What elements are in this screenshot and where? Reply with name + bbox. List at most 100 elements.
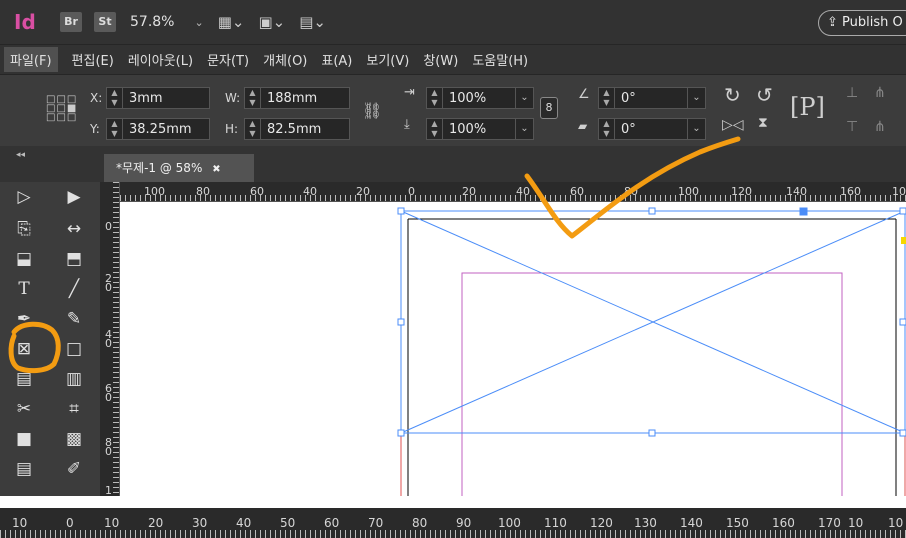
scale-y-stepper[interactable]: ▲ ▼ [427, 119, 443, 139]
scale-x-dropdown-icon[interactable]: ⌄ [515, 88, 533, 108]
eyedropper-tool-icon[interactable]: ✐ [62, 458, 86, 480]
gap-tool-icon[interactable]: ↔ [62, 218, 86, 240]
document-canvas[interactable] [121, 203, 906, 496]
resize-handle[interactable] [397, 429, 405, 437]
ruler-label: 10 [104, 516, 120, 530]
view-options-icon[interactable]: ▦⌄ [218, 13, 245, 31]
shear-dropdown-icon[interactable]: ⌄ [687, 119, 705, 139]
scissors-tool-icon[interactable]: ✂ [12, 398, 36, 420]
ruler-label: 1 [105, 484, 112, 496]
arrange-documents-icon[interactable]: ▤⌄ [299, 13, 326, 31]
align-bottom-icon[interactable]: ⊤ [846, 119, 858, 135]
w-field[interactable]: ▲ ▼ 188mm [244, 87, 350, 109]
ruler-label: 60 [324, 516, 340, 530]
scale-y-field[interactable]: ▲ ▼ 100% ⌄ [426, 118, 534, 140]
content-collector-icon[interactable]: ⬓ [12, 248, 36, 270]
reference-p-icon[interactable]: [P] [790, 93, 825, 121]
menu-help[interactable]: 도움말(H) [472, 50, 528, 69]
vertical-ruler[interactable]: 0 2 0 4 0 6 0 8 0 1 [100, 182, 120, 496]
content-grabber-handle[interactable] [799, 207, 808, 216]
document-tab-strip: ◂◂ *무제-1 @ 58% ✖ [0, 146, 906, 182]
h-stepper[interactable]: ▲ ▼ [245, 119, 261, 139]
resize-handle[interactable] [648, 207, 656, 215]
ruler-label: 80 [196, 185, 210, 198]
rectangle-tool-icon[interactable]: □ [62, 338, 86, 360]
constrain-scale-icon[interactable]: 8 [540, 97, 558, 119]
menu-type[interactable]: 문자(T) [207, 50, 249, 69]
note-tool-icon[interactable]: ▤ [12, 458, 36, 480]
menu-window[interactable]: 창(W) [423, 50, 458, 69]
menu-file[interactable]: 파일(F) [4, 47, 58, 72]
ruler-label: 170 [818, 516, 841, 530]
y-stepper[interactable]: ▲ ▼ [107, 119, 123, 139]
menu-table[interactable]: 표(A) [321, 50, 352, 69]
close-tab-icon[interactable]: ✖ [212, 164, 220, 175]
resize-handle[interactable] [397, 207, 405, 215]
flip-horizontal-icon[interactable]: ▷◁ [722, 117, 744, 133]
shear-field[interactable]: ▲ ▼ 0° ⌄ [598, 118, 706, 140]
document-tab[interactable]: *무제-1 @ 58% ✖ [104, 154, 254, 182]
resize-handle[interactable] [899, 318, 906, 326]
scale-x-icon: ⇥ [404, 85, 415, 100]
scale-y-dropdown-icon[interactable]: ⌄ [515, 119, 533, 139]
bridge-button[interactable]: Br [60, 12, 82, 32]
menu-view[interactable]: 보기(V) [366, 50, 409, 69]
menu-edit[interactable]: 편집(E) [72, 50, 114, 69]
frame-edge-marker [901, 237, 906, 244]
reference-point-icon[interactable]: □□□ □□■ □□□ [46, 95, 76, 123]
gradient-swatch-tool-icon[interactable]: ■ [12, 428, 36, 450]
scale-x-field[interactable]: ▲ ▼ 100% ⌄ [426, 87, 534, 109]
free-transform-tool-icon[interactable]: ⌗ [62, 398, 86, 420]
screen-mode-icon[interactable]: ▣⌄ [258, 13, 285, 31]
ruler-label: 10 [888, 516, 904, 530]
selection-tool-icon[interactable]: ▷ [12, 186, 36, 208]
y-field[interactable]: ▲ ▼ 38.25mm [106, 118, 210, 140]
rotate-field[interactable]: ▲ ▼ 0° ⌄ [598, 87, 706, 109]
menu-object[interactable]: 개체(O) [263, 50, 307, 69]
direct-selection-tool-icon[interactable]: ▶ [62, 186, 86, 208]
align-top-icon[interactable]: ⊥ [846, 85, 858, 101]
horizontal-ruler[interactable]: 100 80 60 40 20 0 20 40 60 80 100 120 14… [100, 182, 906, 202]
vertical-grid-tool-icon[interactable]: ▥ [62, 368, 86, 390]
shear-stepper[interactable]: ▲ ▼ [599, 119, 615, 139]
ruler-label: 10 [12, 516, 28, 530]
content-placer-icon[interactable]: ⬒ [62, 248, 86, 270]
y-label: Y: [90, 122, 100, 136]
w-stepper[interactable]: ▲ ▼ [245, 88, 261, 108]
constrain-proportions-icon[interactable]: ⛓ [362, 101, 382, 120]
stock-button[interactable]: St [94, 12, 116, 32]
rotate-angle-icon: ∠ [578, 87, 590, 102]
pen-tool-icon[interactable]: ✒ [12, 308, 36, 330]
gradient-feather-tool-icon[interactable]: ▩ [62, 428, 86, 450]
rotate-counterclockwise-icon[interactable]: ↺ [756, 83, 773, 107]
resize-handle[interactable] [648, 429, 656, 437]
resize-handle[interactable] [397, 318, 405, 326]
rectangle-frame-tool-icon[interactable]: ⊠ [12, 338, 36, 360]
publish-button[interactable]: ⇪ Publish O [818, 10, 906, 36]
ruler-label: 150 [726, 516, 749, 530]
rotate-stepper[interactable]: ▲ ▼ [599, 88, 615, 108]
zoom-level[interactable]: 57.8% [130, 14, 174, 30]
page-tool-icon[interactable]: ⎘ [12, 218, 36, 240]
pencil-tool-icon[interactable]: ✎ [62, 308, 86, 330]
flip-vertical-icon[interactable]: ⧗ [758, 115, 768, 131]
rotate-clockwise-icon[interactable]: ↻ [724, 83, 741, 107]
rotate-dropdown-icon[interactable]: ⌄ [687, 88, 705, 108]
zoom-dropdown-icon[interactable]: ⌄ [194, 16, 203, 29]
distribute-icon[interactable]: ⋔ [874, 85, 886, 101]
distribute-bottom-icon[interactable]: ⋔ [874, 119, 886, 135]
menu-layout[interactable]: 레이아웃(L) [128, 50, 193, 69]
resize-handle[interactable] [899, 207, 906, 215]
ruler-label: 40 [236, 516, 252, 530]
horizontal-grid-tool-icon[interactable]: ▤ [12, 368, 36, 390]
x-stepper[interactable]: ▲ ▼ [107, 88, 123, 108]
x-field[interactable]: ▲ ▼ 3mm [106, 87, 210, 109]
resize-handle[interactable] [899, 429, 906, 437]
collapse-panel-icon[interactable]: ◂◂ [16, 150, 25, 160]
ruler-label: 140 [786, 185, 807, 198]
bottom-ruler[interactable]: 10 0 10 20 30 40 50 60 70 80 90 100 110 … [0, 508, 906, 538]
scale-x-stepper[interactable]: ▲ ▼ [427, 88, 443, 108]
line-tool-icon[interactable]: ╱ [62, 278, 86, 300]
h-field[interactable]: ▲ ▼ 82.5mm [244, 118, 350, 140]
type-tool-icon[interactable]: T [12, 278, 36, 300]
